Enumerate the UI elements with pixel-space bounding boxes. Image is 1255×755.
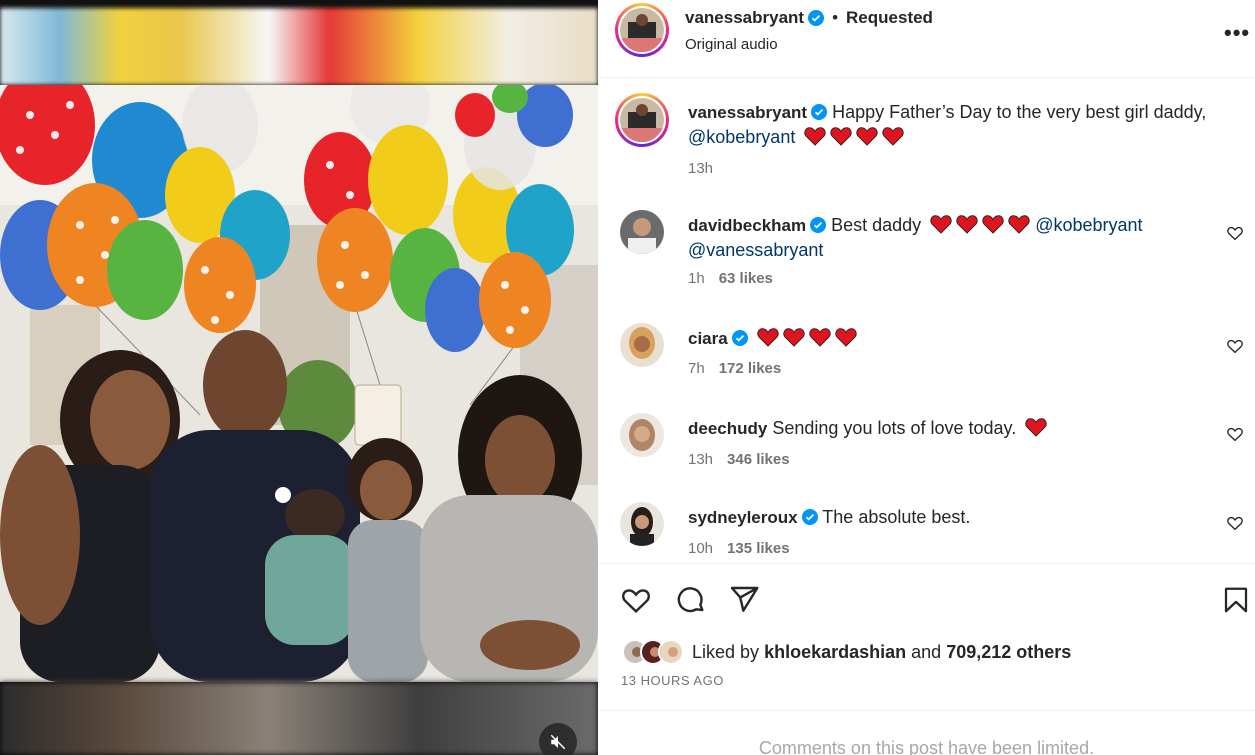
comment-mention[interactable]: @vanessabryant	[688, 240, 823, 260]
caption-avatar[interactable]	[615, 93, 669, 147]
caption-username[interactable]: vanessabryant	[688, 103, 807, 122]
post-side-panel: vanessabryant • Requested Original audio…	[598, 0, 1255, 755]
red-heart-emoji-icon	[1025, 418, 1047, 437]
author-avatar[interactable]	[615, 3, 669, 57]
follow-status[interactable]: Requested	[846, 8, 933, 28]
post-actions: Liked by khloekardashian and 709,212 oth…	[598, 563, 1255, 710]
post-media[interactable]	[0, 0, 598, 755]
comment-time[interactable]: 7h	[688, 360, 705, 377]
comment-text-block: deechudy Sending you lots of love today.	[688, 416, 1208, 441]
comment-item: ciara 7h 172 likes	[620, 323, 1250, 413]
media-blur-top	[0, 8, 598, 85]
header-title-line: vanessabryant • Requested	[685, 8, 933, 28]
red-heart-emoji-icon	[830, 127, 852, 146]
comment-likes[interactable]: 63 likes	[719, 270, 773, 287]
liker-avatars[interactable]	[622, 639, 684, 665]
likes-count[interactable]: 709,212 others	[946, 642, 1071, 663]
comment-text: Sending you lots of love today.	[772, 418, 1017, 438]
heart-icon[interactable]	[1226, 425, 1244, 443]
heart-icon[interactable]	[620, 584, 652, 616]
audio-link[interactable]: Original audio	[685, 36, 778, 53]
liker-avatar	[658, 639, 684, 665]
liked-by-and: and	[911, 641, 942, 662]
comment-item: sydneyleroux The absolute best. 10h 135 l…	[620, 502, 1250, 563]
comment-item: deechudy Sending you lots of love today.…	[620, 413, 1250, 503]
verified-badge-icon	[808, 10, 825, 26]
caption-time[interactable]: 13h	[688, 160, 713, 177]
comment-meta: 10h 135 likes	[688, 540, 790, 557]
comment-item: davidbeckham Best daddy @kobebryant @van…	[620, 210, 1250, 305]
red-heart-emoji-icon	[856, 127, 878, 146]
comment-username[interactable]: sydneyleroux	[688, 508, 798, 527]
comment-icon[interactable]	[675, 584, 707, 616]
heart-icon[interactable]	[1226, 224, 1244, 242]
comment-time[interactable]: 1h	[688, 270, 705, 287]
comment-mention[interactable]: @kobebryant	[1035, 215, 1142, 235]
comment-heart-emojis	[930, 214, 1030, 234]
caption-mention[interactable]: @kobebryant	[688, 127, 795, 147]
verified-badge-icon	[811, 104, 828, 120]
red-heart-emoji-icon	[804, 127, 826, 146]
comment-time[interactable]: 13h	[688, 451, 713, 468]
commenter-avatar[interactable]	[620, 413, 664, 457]
caption-heart-emojis	[804, 126, 904, 146]
author-username[interactable]: vanessabryant	[685, 8, 804, 28]
comment-likes[interactable]: 172 likes	[719, 360, 782, 377]
comments-list: vanessabryant Happy Father’s Day to the …	[598, 78, 1255, 563]
red-heart-emoji-icon	[956, 215, 978, 234]
comment-text-block: davidbeckham Best daddy @kobebryant @van…	[688, 213, 1208, 262]
red-heart-emoji-icon	[757, 328, 779, 347]
red-heart-emoji-icon	[930, 215, 952, 234]
caption-text: Happy Father’s Day to the very best girl…	[832, 102, 1207, 122]
commenter-avatar[interactable]	[620, 323, 664, 367]
red-heart-emoji-icon	[982, 215, 1004, 234]
comment-text-block: sydneyleroux The absolute best.	[688, 505, 1208, 530]
share-icon[interactable]	[728, 584, 760, 616]
comment-likes[interactable]: 135 likes	[727, 540, 790, 557]
red-heart-emoji-icon	[835, 328, 857, 347]
liked-by-prefix: Liked by	[692, 641, 760, 662]
commenter-avatar[interactable]	[620, 210, 664, 254]
verified-badge-icon	[801, 509, 818, 525]
comment-text: The absolute best.	[822, 507, 971, 527]
commenter-avatar[interactable]	[620, 502, 664, 546]
comment-meta: 13h 346 likes	[688, 451, 790, 468]
family-photo-illustration	[0, 85, 598, 682]
comment-text-block: ciara	[688, 326, 1208, 351]
post-photo[interactable]	[0, 85, 598, 682]
comment-text: Best daddy	[831, 215, 922, 235]
caption-text-block: vanessabryant Happy Father’s Day to the …	[688, 100, 1238, 149]
mute-button[interactable]	[539, 723, 577, 755]
comment-likes[interactable]: 346 likes	[727, 451, 790, 468]
post-timestamp[interactable]: 13 HOURS AGO	[621, 673, 724, 688]
media-top-edge	[0, 0, 598, 8]
comment-heart-emojis	[757, 327, 857, 347]
comment-meta: 1h 63 likes	[688, 270, 773, 287]
media-blur-bottom	[0, 682, 598, 755]
separator-dot: •	[832, 8, 839, 27]
red-heart-emoji-icon	[783, 328, 805, 347]
liked-by-row: Liked by khloekardashian and 709,212 oth…	[622, 639, 1071, 665]
red-heart-emoji-icon	[882, 127, 904, 146]
post-header: vanessabryant • Requested Original audio…	[598, 0, 1255, 78]
comment-username[interactable]: davidbeckham	[688, 216, 806, 235]
more-options-icon[interactable]: •••	[1224, 20, 1250, 46]
bookmark-icon[interactable]	[1221, 584, 1251, 616]
verified-badge-icon	[731, 330, 748, 346]
verified-badge-icon	[810, 217, 827, 233]
comment-heart-emojis	[1025, 417, 1047, 437]
comment-meta: 7h 172 likes	[688, 360, 781, 377]
comment-time[interactable]: 10h	[688, 540, 713, 557]
comment-username[interactable]: deechudy	[688, 419, 767, 438]
heart-icon[interactable]	[1226, 337, 1244, 355]
heart-icon[interactable]	[1226, 514, 1244, 532]
red-heart-emoji-icon	[1008, 215, 1030, 234]
muted-speaker-icon	[550, 734, 566, 750]
comments-limited-notice: Comments on this post have been limited.	[598, 710, 1255, 755]
liked-by-user[interactable]: khloekardashian	[764, 642, 906, 663]
comment-username[interactable]: ciara	[688, 329, 728, 348]
red-heart-emoji-icon	[809, 328, 831, 347]
